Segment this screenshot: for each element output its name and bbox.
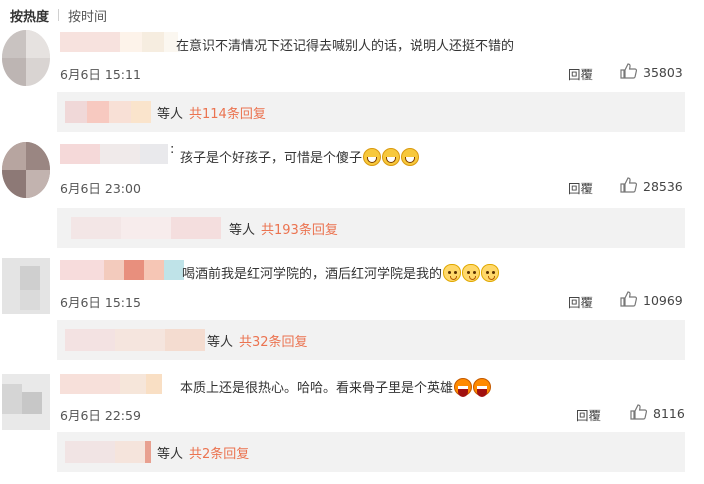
like-count: 35803 <box>643 65 683 80</box>
cat-emoji <box>462 263 481 282</box>
username-blurred[interactable] <box>60 374 162 394</box>
thumbs-up-icon <box>620 177 643 196</box>
sort-by-time-tab[interactable]: 按时间 <box>68 6 107 25</box>
reply-summary-prefix: 等人 <box>157 107 184 122</box>
comment-text-content: 孩子是个好孩子，可惜是个傻子 <box>180 151 363 166</box>
big-grin-emoji <box>454 377 473 397</box>
reply-summary-prefix: 等人 <box>157 447 184 462</box>
reply-summary-text[interactable]: 等人 共2条回复 <box>157 443 249 462</box>
username-blurred[interactable] <box>60 260 184 280</box>
reply-button[interactable]: 回覆 <box>568 64 593 83</box>
comment-text: 本质上还是很热心。哈哈。看来骨子里是个英雄 <box>180 377 492 397</box>
reply-summary-text[interactable]: 等人 共32条回复 <box>207 331 308 350</box>
like-button[interactable]: 10969 <box>620 291 683 310</box>
comment-timestamp: 6月6日 22:59 <box>60 408 141 423</box>
reply-button[interactable]: 回覆 <box>568 178 593 197</box>
cat-emoji <box>481 263 500 282</box>
reply-summary-box[interactable]: 等人 共114条回复 <box>57 92 685 132</box>
reply-button[interactable]: 回覆 <box>576 405 601 424</box>
like-count: 10969 <box>643 293 683 308</box>
comment-timestamp: 6月6日 23:00 <box>60 181 141 196</box>
reply-summary-box[interactable]: 等人 共32条回复 <box>57 320 685 360</box>
thumbs-up-icon <box>630 404 653 423</box>
username-blurred[interactable] <box>60 32 178 52</box>
thumbs-up-icon <box>620 291 643 310</box>
comment-text: 孩子是个好孩子，可惜是个傻子 <box>180 147 420 166</box>
reply-count-link[interactable]: 共114条回复 <box>189 107 266 122</box>
avatar[interactable] <box>2 258 50 314</box>
username-blurred[interactable] <box>60 144 168 164</box>
avatar[interactable] <box>2 142 50 198</box>
thumbs-up-icon <box>620 63 643 82</box>
reply-count-link[interactable]: 共32条回复 <box>239 335 308 350</box>
like-count: 28536 <box>643 179 683 194</box>
comment-text-content: 喝酒前我是红河学院的，酒后红河学院是我的 <box>182 267 443 282</box>
reply-summary-prefix: 等人 <box>229 223 256 238</box>
reply-summary-text[interactable]: 等人 共114条回复 <box>157 103 266 122</box>
comment-item: : 孩子是个好孩子，可惜是个傻子 6月6日 23:00 回覆 28536 等人共… <box>0 140 704 248</box>
comment-item: 在意识不清情况下还记得去喊别人的话，说明人还挺不错的 6月6日 15:11 回覆… <box>0 28 704 134</box>
reply-summary-prefix: 等人 <box>207 335 234 350</box>
sort-by-hot-tab[interactable]: 按热度 <box>10 6 49 25</box>
reply-count-link[interactable]: 共2条回复 <box>189 447 249 462</box>
comment-text-content: 本质上还是很热心。哈哈。看来骨子里是个英雄 <box>180 381 454 396</box>
reply-summary-box[interactable]: 等人 共193条回复 <box>57 208 685 248</box>
avatar[interactable] <box>2 374 50 430</box>
reply-button[interactable]: 回覆 <box>568 292 593 311</box>
comment-text: 在意识不清情况下还记得去喊别人的话，说明人还挺不错的 <box>176 35 514 54</box>
big-grin-emoji <box>473 377 492 397</box>
like-button[interactable]: 35803 <box>620 63 683 82</box>
comment-text: 喝酒前我是红河学院的，酒后红河学院是我的 <box>182 263 500 282</box>
comment-item: 喝酒前我是红河学院的，酒后红河学院是我的 6月6日 15:15 回覆 10969… <box>0 256 704 362</box>
reply-usernames-blurred <box>65 329 205 351</box>
comment-timestamp: 6月6日 15:11 <box>60 67 141 82</box>
username-colon: : <box>170 142 175 157</box>
reply-count-link[interactable]: 共193条回复 <box>261 223 338 238</box>
laughing-crying-emoji <box>382 147 401 166</box>
sort-divider <box>58 9 60 21</box>
cat-emoji <box>443 263 462 282</box>
like-button[interactable]: 8116 <box>630 404 685 423</box>
reply-usernames-blurred <box>65 101 151 123</box>
comment-timestamp: 6月6日 15:15 <box>60 295 141 310</box>
like-button[interactable]: 28536 <box>620 177 683 196</box>
reply-usernames-blurred <box>71 217 221 239</box>
comment-item: 本质上还是很热心。哈哈。看来骨子里是个英雄 6月6日 22:59 回覆 8116… <box>0 370 704 482</box>
avatar[interactable] <box>2 30 50 86</box>
sort-bar: 按热度 按时间 <box>10 6 107 25</box>
reply-summary-text[interactable]: 等人 共193条回复 <box>229 219 338 238</box>
like-count: 8116 <box>653 406 685 421</box>
reply-usernames-blurred <box>65 441 151 463</box>
laughing-crying-emoji <box>401 147 420 166</box>
reply-summary-box[interactable]: 等人 共2条回复 <box>57 432 685 472</box>
laughing-crying-emoji <box>363 147 382 166</box>
comment-text-content: 在意识不清情况下还记得去喊别人的话，说明人还挺不错的 <box>176 39 515 54</box>
